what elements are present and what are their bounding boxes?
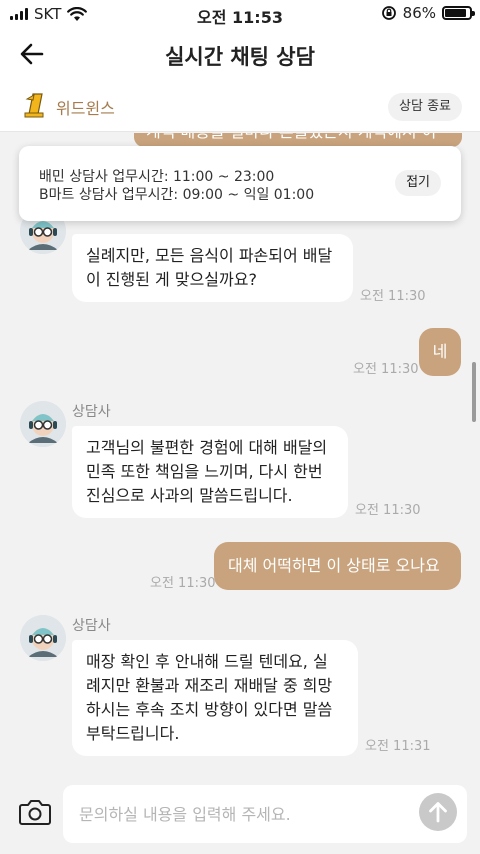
user-message: 네 (419, 328, 461, 376)
page-title: 실시간 채팅 상담 (165, 45, 315, 69)
send-button[interactable] (419, 793, 457, 831)
status-bar: SKT 오전 11:53 86% (0, 0, 480, 28)
message-line: 고객님의 불편한 경험에 대해 배달의 (86, 438, 328, 457)
end-consultation-button[interactable]: 상담 종료 (388, 93, 462, 121)
message-line: 례지만 환불과 재조리 재배달 중 희망 (86, 676, 333, 695)
battery-icon (442, 6, 475, 20)
agent-avatar (20, 615, 66, 661)
agent-message: 매장 확인 후 안내해 드릴 텐데요, 실 례지만 환불과 재조리 재배달 중 … (72, 640, 358, 756)
orientation-lock-icon (381, 6, 396, 20)
message-time: 오전 11:30 (355, 503, 421, 518)
business-hours-notice: 배민 상담사 업무시간: 11:00 ~ 23:00 B마트 상담사 업무시간:… (19, 146, 461, 221)
agent-message: 실례지만, 모든 음식이 파손되어 배달 이 진행된 게 맞으실까요? (72, 234, 353, 302)
agent-name: 상담사 (72, 618, 111, 634)
agent-avatar-icon (20, 401, 66, 447)
user-message: 대체 어떡하면 이 상태로 오나요 (214, 542, 461, 590)
app-header: 실시간 채팅 상담 (0, 28, 480, 80)
message-line: 부탁드립니다. (86, 724, 180, 743)
arrow-up-icon (429, 802, 447, 823)
message-input-bar (0, 775, 480, 854)
chat-area[interactable]: 케익 배송을 얼마나 흔들었는지 케익에서 이 실례지만, 모든 음식이 파손되… (0, 133, 480, 765)
agent-name: 상담사 (72, 404, 111, 420)
message-time: 오전 11:31 (365, 739, 431, 754)
notice-line-baemin: 배민 상담사 업무시간: 11:00 ~ 23:00 (39, 169, 275, 185)
message-line: 진심으로 사과의 말씀드립니다. (86, 486, 293, 505)
previous-user-message: 케익 배송을 얼마나 흔들었는지 케익에서 이 (134, 133, 462, 147)
message-time: 오전 11:30 (353, 362, 419, 377)
store-name[interactable]: 위드윈스 (56, 95, 115, 119)
message-line: 실례지만, 모든 음식이 파손되어 배달 (86, 246, 333, 265)
store-logo-icon (24, 93, 44, 118)
store-bar: 위드윈스 상담 종료 (0, 80, 480, 132)
agent-avatar-icon (20, 615, 66, 661)
agent-avatar (20, 401, 66, 447)
notice-line-bmart: B마트 상담사 업무시간: 09:00 ~ 익일 01:00 (39, 187, 315, 203)
message-time: 오전 11:30 (150, 576, 216, 591)
message-line: 매장 확인 후 안내해 드릴 텐데요, 실 (86, 652, 328, 671)
message-line: 이 진행된 게 맞으실까요? (86, 270, 257, 289)
chat-scrollbar[interactable] (472, 362, 476, 422)
message-line: 하시는 후속 조치 방향이 있다면 말씀 (86, 700, 333, 719)
message-line: 민족 또한 책임을 느끼며, 다시 한번 (86, 462, 323, 481)
battery-percent: 86% (402, 4, 436, 22)
fold-button[interactable]: 접기 (395, 170, 441, 196)
status-right: 86% (381, 4, 475, 22)
camera-icon[interactable] (18, 797, 52, 827)
message-time: 오전 11:30 (360, 289, 426, 304)
message-input[interactable] (63, 785, 467, 843)
agent-message: 고객님의 불편한 경험에 대해 배달의 민족 또한 책임을 느끼며, 다시 한번… (72, 426, 348, 518)
